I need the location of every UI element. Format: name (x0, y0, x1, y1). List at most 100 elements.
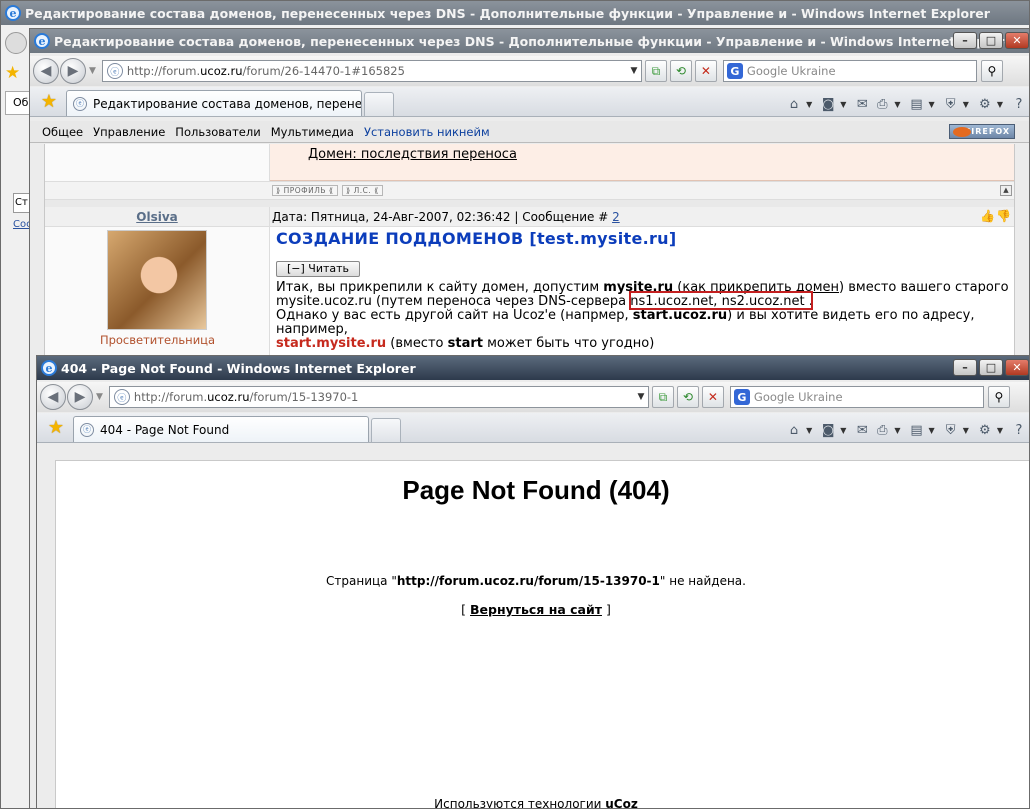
menu-multimedia[interactable]: Мультимедиа (271, 125, 354, 139)
help-icon[interactable]: ? (1009, 94, 1029, 114)
close-button[interactable]: ✕ (1005, 359, 1029, 376)
compat-button[interactable]: ⧉ (651, 386, 674, 408)
menu-general[interactable]: Общее (42, 125, 83, 139)
menu-users[interactable]: Пользователи (175, 125, 260, 139)
forward-button[interactable]: ▶ (60, 58, 86, 84)
back-arrow-icon[interactable] (5, 32, 27, 54)
search-button[interactable]: ⚲ (980, 60, 1003, 82)
new-tab-button[interactable] (371, 418, 401, 442)
safety-dropdown[interactable]: ▼ (963, 100, 969, 109)
back-button[interactable]: ◀ (33, 58, 59, 84)
home-dropdown[interactable]: ▼ (806, 426, 812, 435)
address-bar[interactable]: ⓔ http://forum. ucoz.ru/forum/15-13970-1 … (108, 386, 649, 408)
avatar (107, 230, 207, 330)
profile-button-label: ПРОФИЛЬ (283, 186, 326, 195)
tools-icon[interactable]: ⚙ (975, 420, 995, 440)
minimize-button[interactable]: – (953, 359, 977, 376)
new-tab-button[interactable] (364, 92, 394, 116)
home-icon[interactable]: ⌂ (784, 420, 804, 440)
thumbs-down-icon[interactable]: 👎 (996, 210, 1011, 223)
stop-icon: ✕ (700, 64, 711, 78)
notfound-message: Страница "http://forum.ucoz.ru/forum/15-… (56, 574, 1016, 588)
print-dropdown[interactable]: ▼ (894, 426, 900, 435)
notfound-window-titlebar[interactable]: e 404 - Page Not Found - Windows Interne… (37, 356, 1029, 380)
home-icon[interactable]: ⌂ (784, 94, 804, 114)
read-toggle-button[interactable]: [−] Читать (276, 261, 361, 277)
search-icon: ⚲ (987, 64, 997, 78)
far-tab-label: Об (13, 96, 29, 109)
forward-button[interactable]: ▶ (67, 384, 93, 410)
menu-manage[interactable]: Управление (93, 125, 165, 139)
page-menu-icon[interactable]: ▤ (907, 94, 927, 114)
minimize-button[interactable]: – (953, 32, 977, 49)
maximize-button[interactable]: □ (979, 32, 1003, 49)
tools-dropdown[interactable]: ▼ (997, 100, 1003, 109)
stop-button[interactable]: ✕ (701, 386, 724, 408)
pm-button[interactable]: ⟫ Л.С. ⟪ (342, 185, 383, 196)
post-date-text: Дата: Пятница, 24-Авг-2007, 02:36:42 | С… (272, 210, 613, 224)
search-input[interactable]: G Google Ukraine (729, 386, 984, 408)
previous-post-quote: Домен: последствия переноса (270, 144, 1014, 181)
stop-button[interactable]: ✕ (694, 60, 717, 82)
tools-icon[interactable]: ⚙ (975, 94, 995, 114)
history-dropdown[interactable]: ▼ (96, 392, 103, 402)
chevron-down-icon[interactable]: ▼ (634, 392, 648, 402)
search-placeholder: Google Ukraine (753, 390, 843, 404)
far-field[interactable]: Ст (13, 193, 30, 213)
maximize-button[interactable]: □ (979, 359, 1003, 376)
help-icon[interactable]: ? (1009, 420, 1029, 440)
favorites-star-icon[interactable]: ★ (5, 63, 20, 83)
line3-text-a: Однако у вас есть другой сайт на Ucoz'e … (276, 308, 633, 323)
page-dropdown[interactable]: ▼ (929, 100, 935, 109)
far-tab[interactable]: Об (5, 91, 30, 115)
rss-dropdown[interactable]: ▼ (840, 100, 846, 109)
page-menu-icon[interactable]: ▤ (907, 420, 927, 440)
chevron-down-icon[interactable]: ▼ (627, 66, 641, 76)
history-dropdown[interactable]: ▼ (89, 66, 96, 76)
safety-icon[interactable]: ⛨ (941, 420, 961, 440)
safety-dropdown[interactable]: ▼ (963, 426, 969, 435)
back-button[interactable]: ◀ (40, 384, 66, 410)
thumbs-up-icon[interactable]: 👍 (980, 210, 995, 223)
page-dropdown[interactable]: ▼ (929, 426, 935, 435)
search-button[interactable]: ⚲ (987, 386, 1010, 408)
refresh-button[interactable]: ⟲ (676, 386, 699, 408)
address-host: ucoz.ru (200, 64, 243, 78)
print-icon[interactable]: ⎙ (872, 94, 892, 114)
back-arrow-icon: ◀ (40, 63, 52, 79)
tab-row: ★ ⓔ 404 - Page Not Found ⌂ ▼ ◙ ▼ ✉ ⎙ ▼ ▤ ▼ ⛨… (37, 413, 1029, 443)
post-author[interactable]: Olsiva (45, 207, 270, 227)
rss-icon[interactable]: ◙ (818, 94, 838, 114)
home-dropdown[interactable]: ▼ (806, 100, 812, 109)
mail-icon[interactable]: ✉ (852, 94, 872, 114)
tab-forum[interactable]: ⓔ Редактирование состава доменов, перене… (66, 90, 362, 116)
firefox-badge[interactable]: FIREFOX (949, 124, 1015, 139)
back-to-site-link[interactable]: Вернуться на сайт (470, 602, 602, 617)
search-input[interactable]: G Google Ukraine (722, 60, 977, 82)
rss-dropdown[interactable]: ▼ (840, 426, 846, 435)
tab-404[interactable]: ⓔ 404 - Page Not Found (73, 416, 369, 442)
address-bar[interactable]: ⓔ http://forum. ucoz.ru/forum/26-14470-1#… (101, 60, 642, 82)
rss-icon[interactable]: ◙ (818, 420, 838, 440)
favorites-star-icon[interactable]: ★ (43, 414, 69, 440)
mail-icon[interactable]: ✉ (852, 420, 872, 440)
favorites-star-icon[interactable]: ★ (36, 88, 62, 114)
safety-icon[interactable]: ⛨ (941, 94, 961, 114)
profile-button[interactable]: ⟫ ПРОФИЛЬ ⟪ (272, 185, 338, 196)
forum-window-titlebar[interactable]: e Редактирование состава доменов, перене… (30, 29, 1029, 53)
menu-set-nickname[interactable]: Установить никнейм (364, 125, 490, 139)
print-dropdown[interactable]: ▼ (894, 100, 900, 109)
post-body: СОЗДАНИЕ ПОДДОМЕНОВ [test.mysite.ru] [−]… (276, 231, 1014, 351)
scroll-up-icon[interactable]: ▲ (1000, 185, 1012, 196)
quote-link[interactable]: Домен: последствия переноса (308, 147, 517, 162)
refresh-button[interactable]: ⟲ (669, 60, 692, 82)
refresh-icon: ⟲ (675, 64, 686, 78)
print-icon[interactable]: ⎙ (872, 420, 892, 440)
tools-dropdown[interactable]: ▼ (997, 426, 1003, 435)
page-icon: ⓔ (73, 96, 87, 111)
close-button[interactable]: ✕ (1005, 32, 1029, 49)
post-number-link[interactable]: 2 (612, 210, 620, 224)
background-window-titlebar[interactable]: e Редактирование состава доменов, перене… (1, 1, 1029, 25)
compat-button[interactable]: ⧉ (644, 60, 667, 82)
back-bracket-close: ] (601, 602, 611, 617)
